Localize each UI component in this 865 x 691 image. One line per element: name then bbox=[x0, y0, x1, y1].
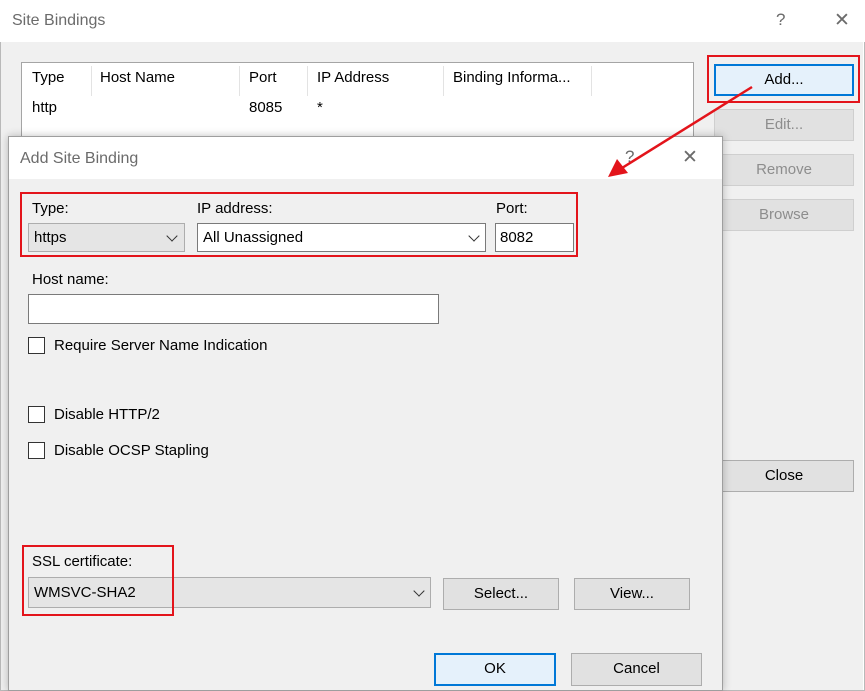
annotation-arrow-line bbox=[621, 85, 753, 170]
annotation-arrow bbox=[608, 85, 753, 177]
annotation-arrow-head bbox=[608, 159, 628, 177]
